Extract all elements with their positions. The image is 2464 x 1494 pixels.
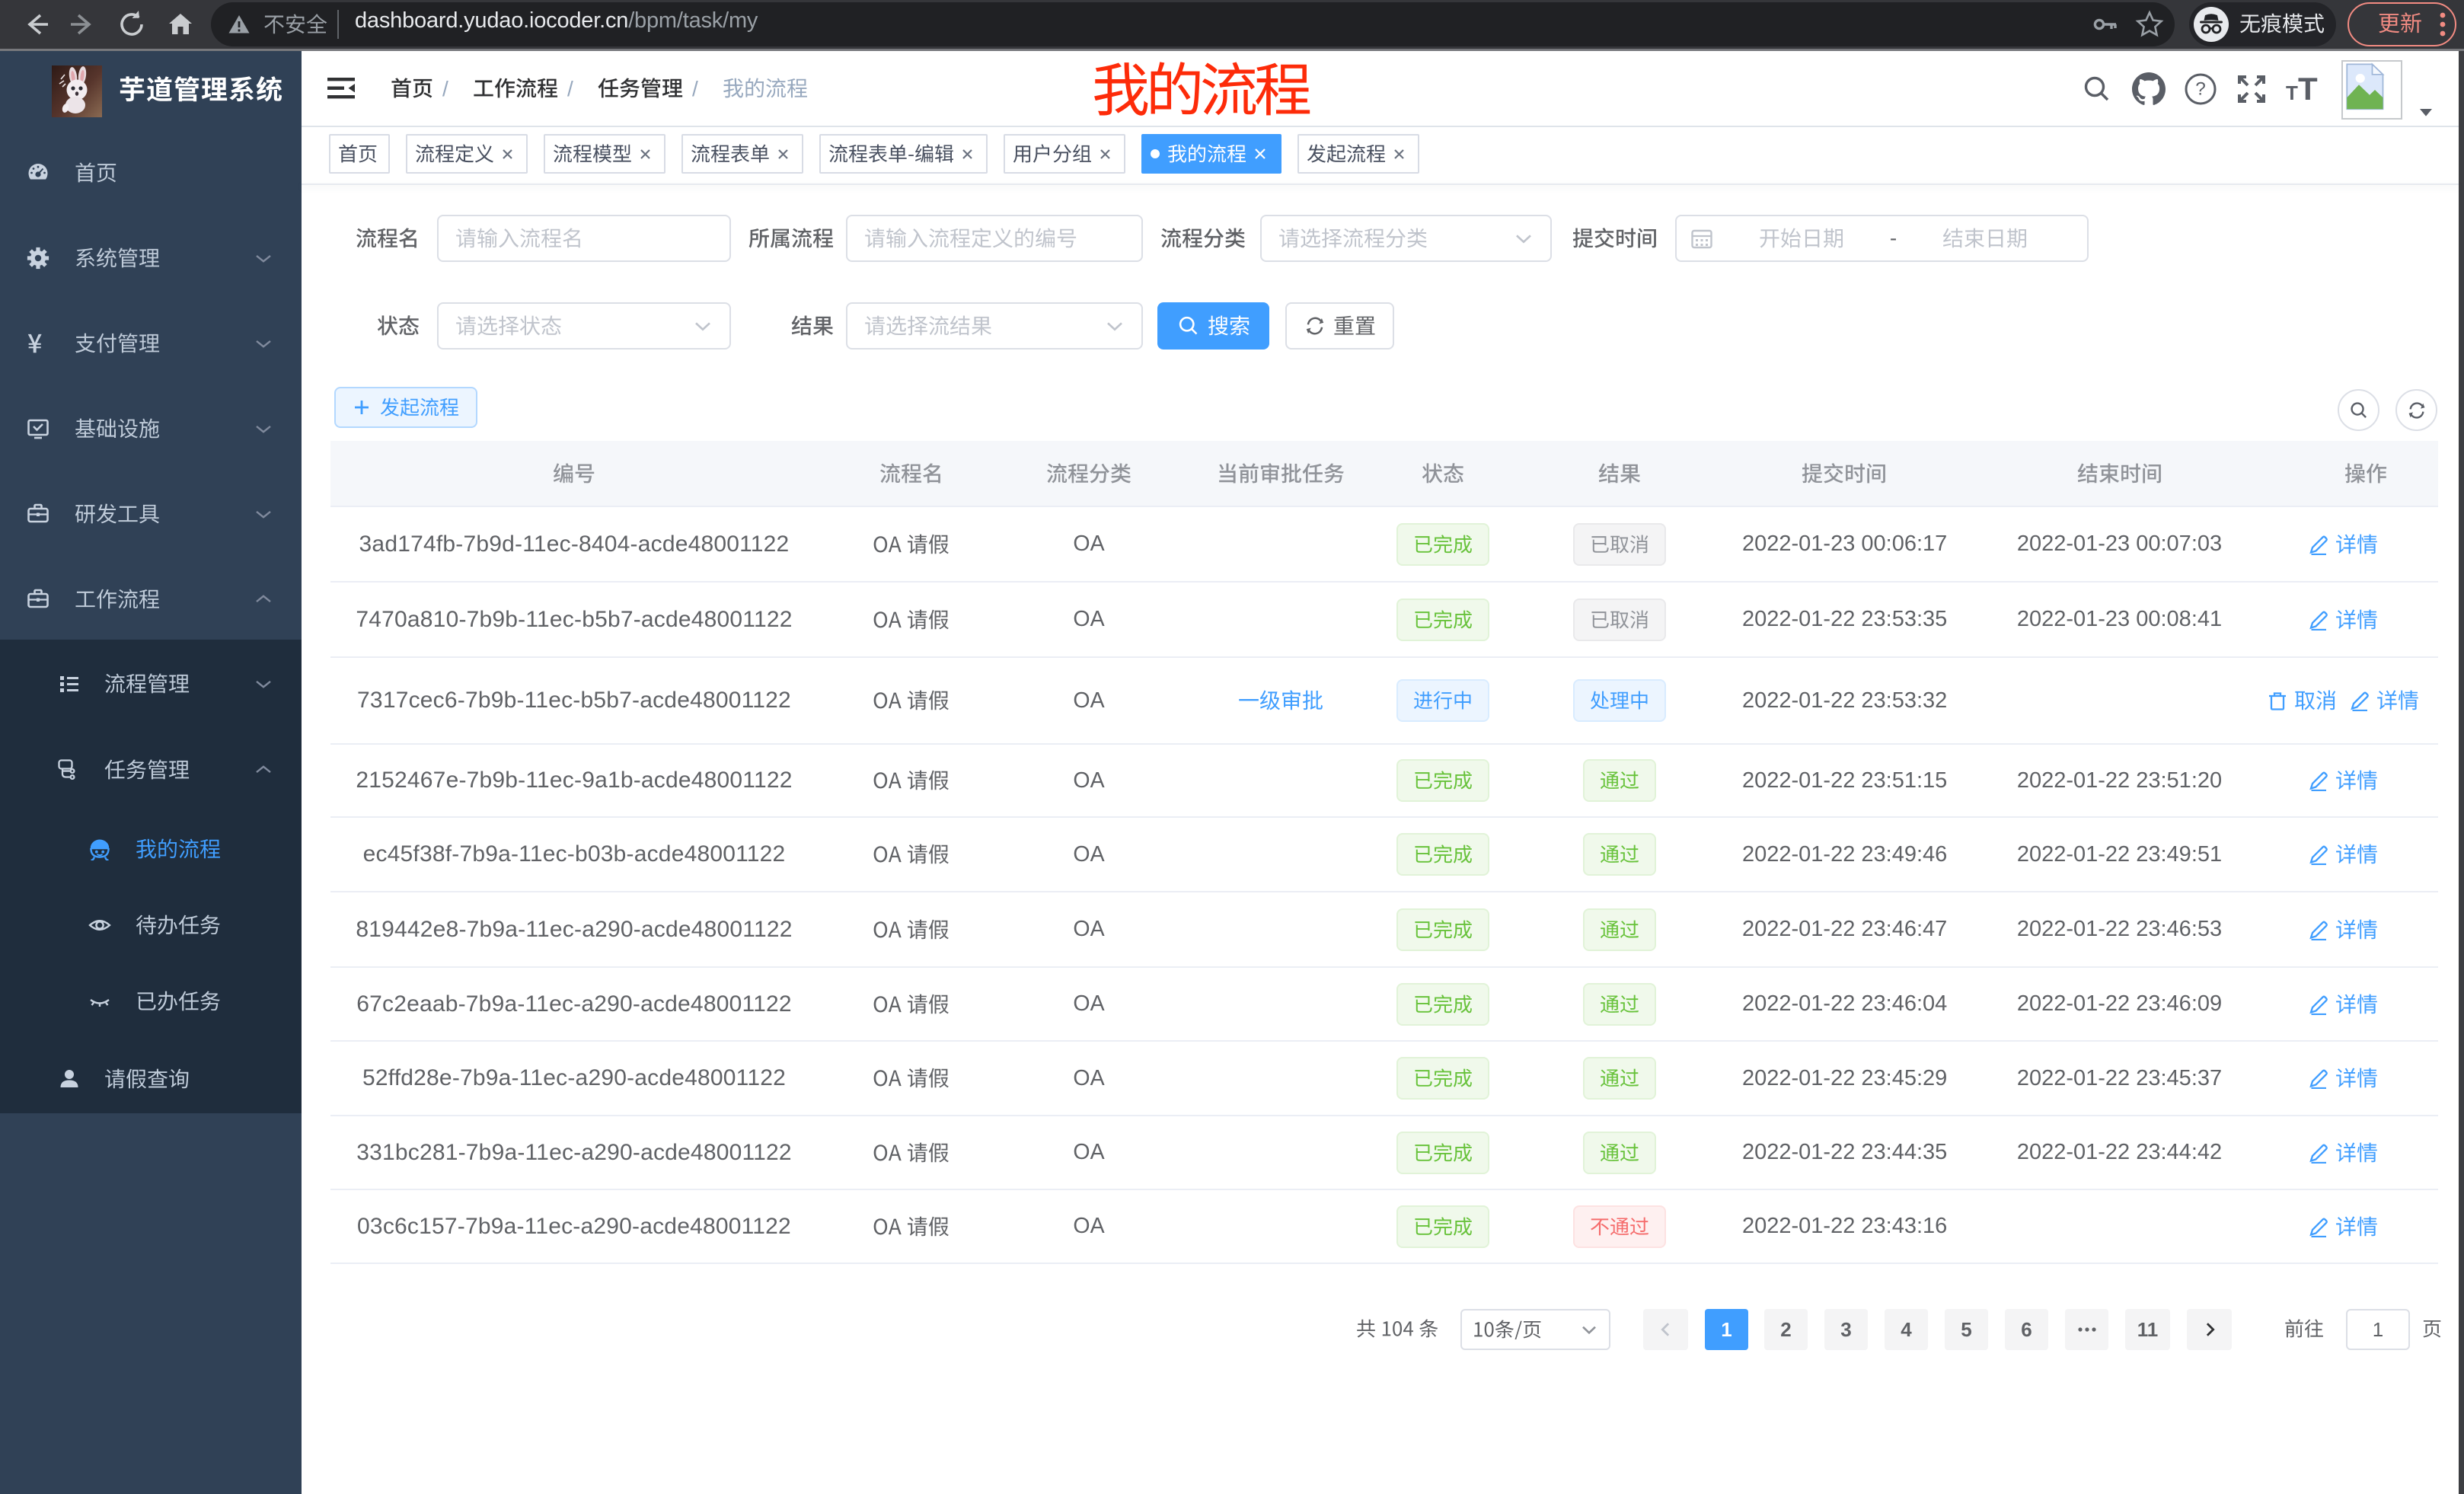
svg-text:T: T [2298, 74, 2318, 104]
svg-text:?: ? [2195, 79, 2206, 100]
svg-text:T: T [2286, 81, 2298, 104]
